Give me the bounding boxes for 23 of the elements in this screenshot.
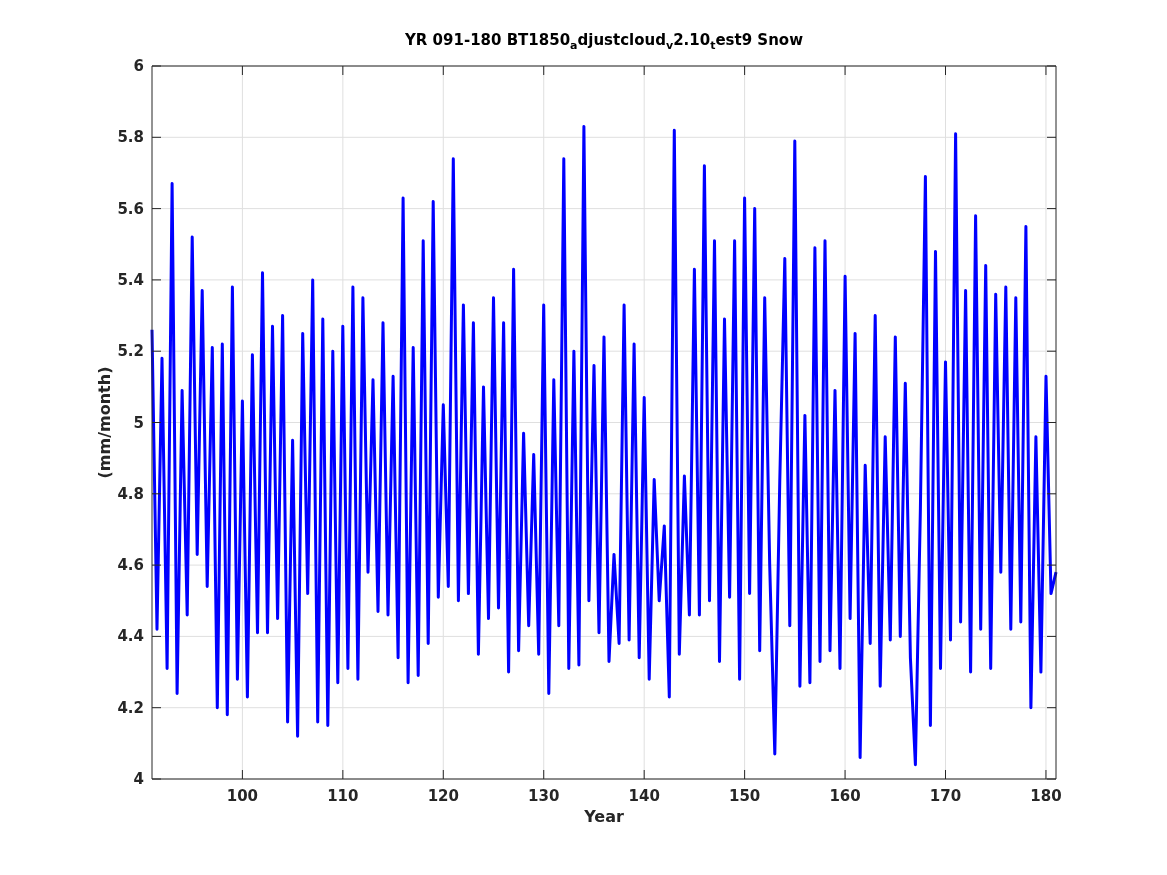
x-tick-label: 120	[427, 787, 459, 805]
y-tick-label: 6	[133, 58, 144, 75]
y-tick-label: 5.2	[117, 342, 144, 361]
y-tick-label: 4	[133, 770, 144, 788]
y-tick-label: 4.6	[117, 556, 144, 575]
y-tick-label: 5	[133, 413, 144, 432]
x-tick-label: 100	[226, 787, 259, 805]
y-tick-label: 4.2	[117, 698, 144, 717]
x-tick-label: 150	[728, 787, 761, 805]
x-tick-label: 170	[929, 787, 962, 805]
chart-title: YR 091-180 BT1850$_{a}$djustcloud$_{v}$2.10$_{t}$est9 Snow	[405, 30, 803, 54]
y-tick-label: 4.4	[117, 627, 144, 646]
y-tick-label: 5.6	[117, 199, 144, 218]
x-tick-label: 130	[528, 787, 560, 805]
y-tick-label: 4.8	[117, 484, 144, 503]
y-tick-label: 5.8	[117, 128, 144, 147]
x-tick-label: 160	[829, 787, 861, 805]
y-axis-label: (mm/month)	[95, 366, 114, 479]
x-tick-label: 180	[1030, 787, 1062, 805]
x-tick-label: 140	[628, 787, 660, 805]
y-tick-label: 5.4	[117, 270, 144, 289]
x-axis-label: Year	[584, 807, 624, 826]
x-tick-label: 110	[327, 787, 359, 805]
